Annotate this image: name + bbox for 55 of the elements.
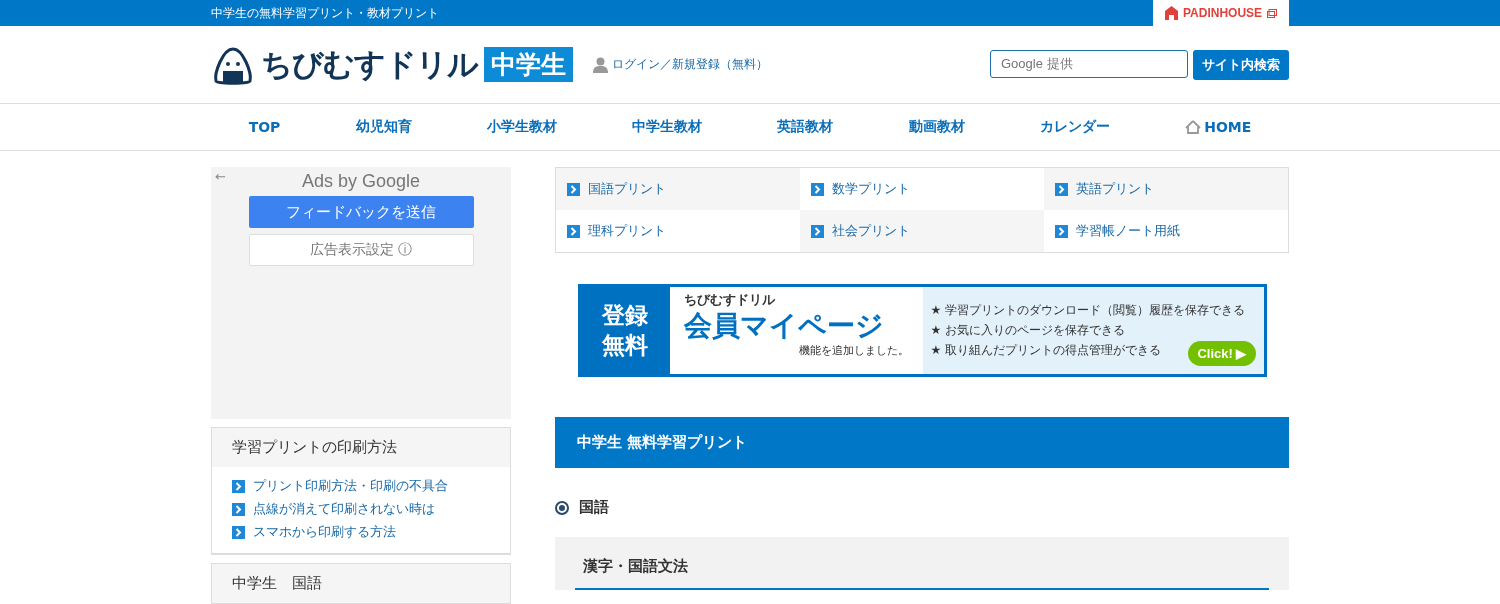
banner-label: 無料 xyxy=(602,330,648,360)
section-heading: 中学生 無料学習プリント xyxy=(555,417,1289,468)
chevron-icon xyxy=(567,182,580,196)
house-icon xyxy=(1164,6,1178,20)
partner-link[interactable]: PADINHOUSE xyxy=(1153,0,1289,26)
subject-link[interactable]: 学習帳ノート用紙 xyxy=(1044,210,1288,252)
banner-brand: ちびむすドリル xyxy=(683,291,776,309)
feedback-button[interactable]: フィードバックを送信 xyxy=(248,196,474,228)
nav-link[interactable]: 英語教材 xyxy=(777,118,834,136)
ad-label: Ads by Google xyxy=(301,171,421,192)
sidebar-heading: 学習プリントの印刷方法 xyxy=(212,428,510,467)
subsection-heading: 漢字・国語文法 xyxy=(575,557,1269,590)
radio-label: 国語 xyxy=(579,498,609,517)
banner-label: 登録 xyxy=(602,300,648,330)
banner-feature: ★ 取り組んだプリントの得点管理ができる xyxy=(930,342,1162,359)
search-field[interactable]: Google 提供 xyxy=(990,49,1188,78)
member-banner[interactable]: 登録 無料 ちびむすドリル 会員マイページ 機能を追加しました。 ★ 学習プリントのダウンロード（閲覧）履歴を保存できる ★ お気に入りのページを保存できる ★ 取り組んだプリントの得点管理ができる Click! ▶ xyxy=(577,284,1267,377)
nav-link[interactable]: TOP xyxy=(248,119,281,135)
back-arrow-icon[interactable]: ← xyxy=(215,169,226,184)
subject-link[interactable]: 数学プリント xyxy=(800,168,1044,210)
nav-link[interactable]: HOME xyxy=(1185,119,1252,135)
logo-badge: 中学生 xyxy=(484,47,573,82)
subject-link[interactable]: 社会プリント xyxy=(800,210,1044,252)
banner-subtext: 機能を追加しました。 xyxy=(798,342,909,358)
ad-settings-button[interactable]: 広告表示設定 ⓘ xyxy=(248,234,474,266)
radio-button[interactable] xyxy=(555,500,569,515)
subject-link[interactable]: 英語プリント xyxy=(1044,168,1288,210)
chevron-icon xyxy=(567,224,580,238)
sidebar-heading: 中学生 国語 xyxy=(212,564,510,603)
nav-link[interactable]: 幼児知育 xyxy=(355,118,412,136)
banner-feature: ★ 学習プリントのダウンロード（閲覧）履歴を保存できる xyxy=(930,302,1246,319)
nav-link[interactable]: カレンダー xyxy=(1039,118,1110,136)
chevron-icon xyxy=(232,525,245,539)
external-window-icon xyxy=(1267,8,1278,18)
sidebar-link[interactable]: プリント印刷方法・印刷の不具合 xyxy=(232,477,490,495)
sidebar-link[interactable]: 点線が消えて印刷されない時は xyxy=(232,500,490,518)
subject-link[interactable]: 理科プリント xyxy=(556,210,800,252)
login-link[interactable]: ログイン／新規登録（無料） xyxy=(593,56,768,73)
subject-link[interactable]: 国語プリント xyxy=(556,168,800,210)
search-button[interactable]: サイト内検索 xyxy=(1193,49,1289,80)
banner-headline: 会員マイページ xyxy=(683,309,885,343)
nav-link[interactable]: 動画教材 xyxy=(908,118,965,136)
chevron-icon xyxy=(232,479,245,493)
chevron-icon xyxy=(811,182,824,196)
logo-text[interactable]: ちびむすドリル xyxy=(261,43,478,86)
chevron-icon xyxy=(1055,224,1068,238)
nav-link[interactable]: 中学生教材 xyxy=(632,118,703,136)
site-tagline: 中学生の無料学習プリント・教材プリント xyxy=(211,4,439,22)
user-icon xyxy=(593,56,608,73)
chevron-icon xyxy=(811,224,824,238)
nav-link[interactable]: 小学生教材 xyxy=(486,118,557,136)
sidebar-link[interactable]: スマホから印刷する方法 xyxy=(232,523,490,541)
banner-feature: ★ お気に入りのページを保存できる xyxy=(930,322,1126,339)
chevron-icon xyxy=(232,502,245,516)
chevron-icon xyxy=(1055,182,1068,196)
